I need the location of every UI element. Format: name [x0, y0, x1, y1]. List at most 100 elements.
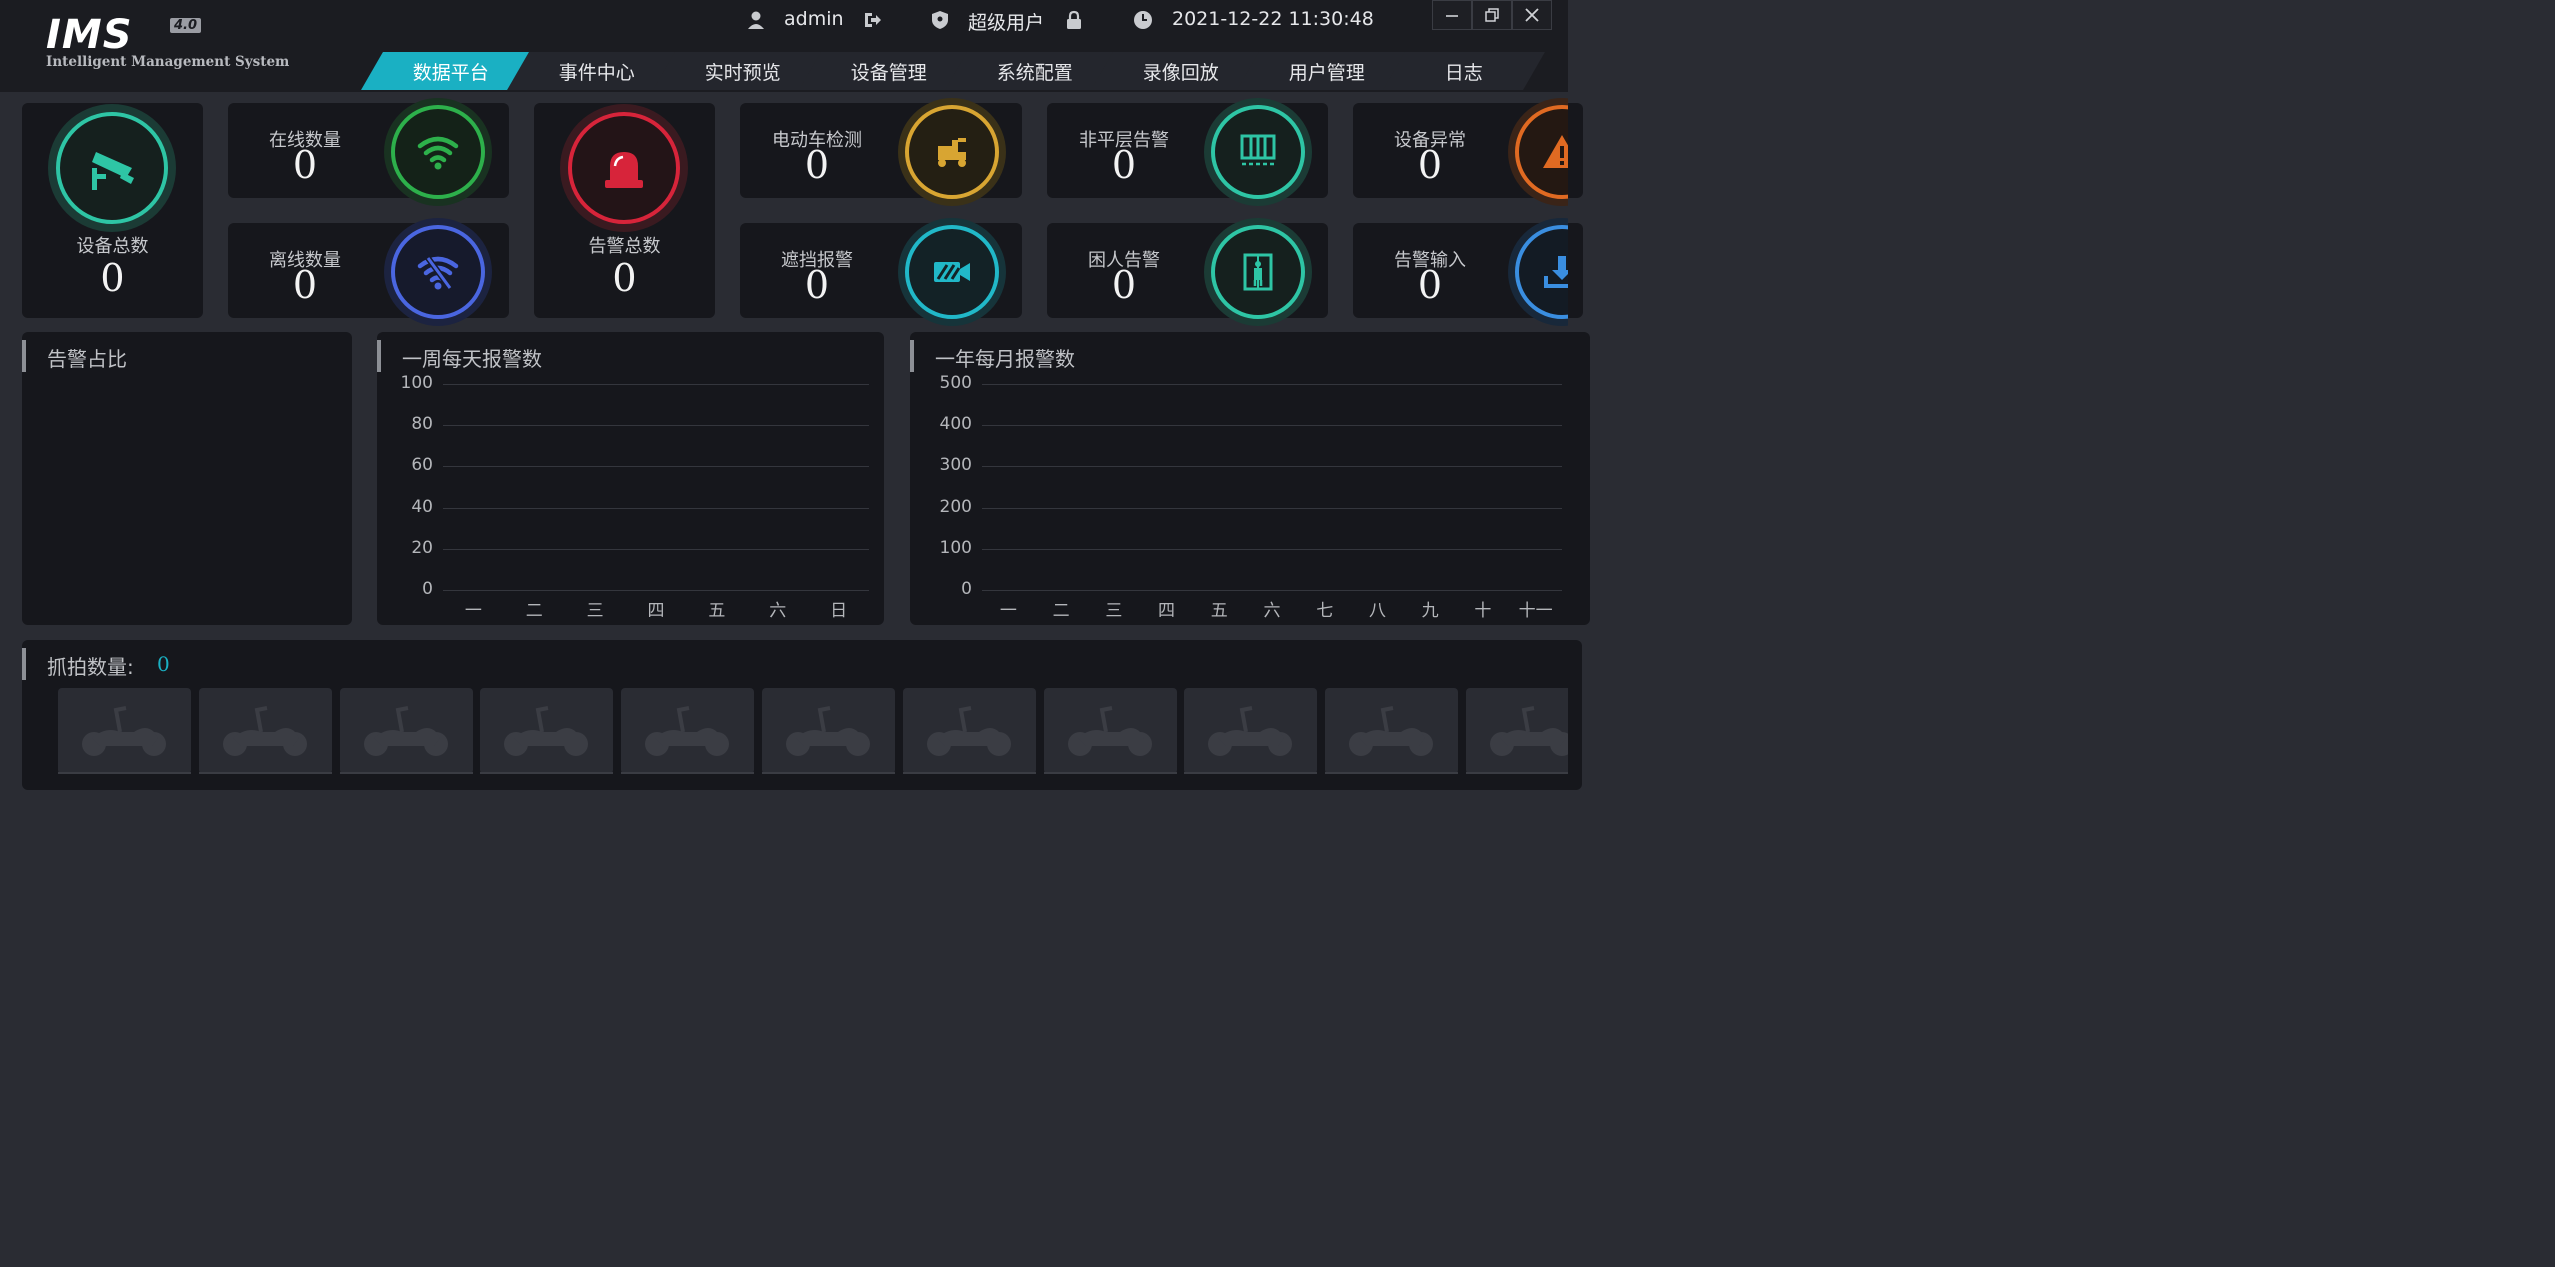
- clock-icon: [1134, 11, 1152, 29]
- minimize-icon: [1446, 15, 1458, 17]
- minimize-button[interactable]: [1432, 0, 1472, 30]
- scooter-icon: [786, 706, 870, 756]
- panel-title: 告警占比: [47, 347, 127, 371]
- stat-label: 设备总数: [76, 236, 149, 257]
- gridline: [443, 507, 869, 509]
- user-icon: [748, 11, 764, 29]
- capture-thumbnail[interactable]: [902, 688, 1036, 774]
- online-ring: [384, 98, 492, 206]
- x-tick-label: 四: [1158, 601, 1176, 621]
- x-tick-label: 八: [1368, 601, 1386, 621]
- ebike-ring: [898, 98, 1006, 206]
- y-tick-label: 500: [939, 373, 972, 393]
- capture-thumbnail[interactable]: [1466, 688, 1568, 774]
- ebike-icon: [938, 138, 966, 167]
- user-role: 超级用户: [968, 12, 1045, 34]
- logo-version-badge: 4.0: [170, 18, 202, 33]
- thumbnail-progress: [198, 772, 332, 774]
- x-tick-label: 三: [1105, 601, 1123, 621]
- weekly-alarm-chart: 100 80 60 40 20 0 一 二 三 四 五 六 日: [377, 332, 884, 625]
- lock-icon[interactable]: [1064, 10, 1084, 30]
- x-tick-label: 七: [1316, 601, 1334, 621]
- thumbnail-progress: [762, 772, 895, 774]
- capture-thumbnail[interactable]: [1325, 688, 1459, 774]
- shield-icon: [932, 11, 948, 29]
- x-tick-label: 日: [830, 601, 848, 621]
- capture-thumbnail[interactable]: [58, 688, 191, 774]
- close-button[interactable]: [1512, 0, 1552, 30]
- x-tick-label: 十一: [1518, 601, 1553, 621]
- gridline: [982, 548, 1562, 550]
- x-tick-label: 五: [1210, 601, 1228, 621]
- gridline: [982, 507, 1562, 509]
- stat-value: 0: [292, 143, 318, 187]
- gridline: [982, 425, 1562, 427]
- thumbnail-progress: [1325, 772, 1459, 774]
- x-tick-label: 十: [1474, 601, 1492, 621]
- gridline: [443, 590, 869, 591]
- download-icon: [1544, 256, 1568, 288]
- stat-value: 0: [804, 143, 830, 187]
- y-tick-label: 300: [939, 455, 972, 476]
- wifi-off-icon: [417, 256, 459, 290]
- scooter-icon: [1490, 706, 1568, 756]
- device-error-ring-clip: [1508, 98, 1568, 206]
- x-tick-label: 一: [464, 601, 482, 621]
- gridline: [982, 466, 1562, 468]
- alarm-input-ring-clip: [1508, 218, 1568, 326]
- scooter-icon: [926, 706, 1011, 756]
- device-total-ring: [48, 104, 176, 232]
- panel-accent-bar: [22, 340, 26, 372]
- siren-icon: [605, 152, 643, 188]
- logo-subtitle: Intelligent Management System: [46, 54, 290, 70]
- thumbnail-progress: [339, 772, 473, 774]
- offline-ring: [384, 218, 492, 326]
- y-tick-label: 0: [422, 579, 433, 599]
- close-icon: [1525, 8, 1539, 22]
- y-tick-label: 80: [411, 414, 433, 435]
- y-tick-label: 0: [961, 579, 972, 599]
- panel-accent-bar: [22, 648, 26, 680]
- capture-thumbnail[interactable]: [480, 688, 614, 774]
- camera-icon: [92, 152, 134, 190]
- elevator-door-icon: [1240, 134, 1276, 166]
- scooter-icon: [363, 706, 448, 756]
- alarm-ratio-panel: [22, 332, 352, 625]
- stat-label: 告警总数: [588, 236, 661, 257]
- scooter-icon: [504, 706, 589, 756]
- logout-icon[interactable]: [862, 10, 882, 30]
- stat-value: 0: [1111, 263, 1137, 307]
- capture-thumbnail[interactable]: [1184, 688, 1318, 774]
- gridline: [443, 548, 869, 550]
- capture-thumbnail[interactable]: [1043, 688, 1177, 774]
- y-tick-label: 60: [411, 455, 433, 476]
- scooter-icon: [645, 706, 730, 756]
- y-tick-label: 200: [939, 496, 972, 517]
- non-level-ring: [1204, 98, 1312, 206]
- restore-icon: [1485, 8, 1499, 22]
- thumbnail-progress: [621, 772, 755, 774]
- y-tick-label: 100: [939, 537, 972, 558]
- capture-thumbnail[interactable]: [339, 688, 473, 774]
- capture-thumbnail[interactable]: [762, 688, 895, 774]
- gridline: [443, 425, 869, 427]
- gridline: [982, 384, 1562, 385]
- capture-thumbnail[interactable]: [198, 688, 332, 774]
- tab-logs[interactable]: 日志: [1383, 52, 1545, 90]
- capture-count-value: 0: [157, 652, 170, 676]
- thumbnail-progress: [1184, 772, 1318, 774]
- restore-button[interactable]: [1472, 0, 1512, 30]
- y-tick-label: 100: [400, 373, 433, 393]
- trapped-ring: [1204, 218, 1312, 326]
- wifi-icon: [417, 136, 459, 170]
- stat-value: 0: [804, 263, 830, 307]
- x-tick-label: 五: [708, 601, 726, 621]
- scooter-icon: [1067, 706, 1152, 756]
- x-tick-label: 一: [999, 601, 1017, 621]
- username: admin: [784, 8, 844, 30]
- x-tick-label: 九: [1421, 601, 1439, 621]
- thumbnail-progress: [58, 772, 191, 774]
- x-tick-label: 三: [586, 601, 604, 621]
- y-tick-label: 400: [939, 414, 972, 435]
- capture-thumbnail[interactable]: [621, 688, 755, 774]
